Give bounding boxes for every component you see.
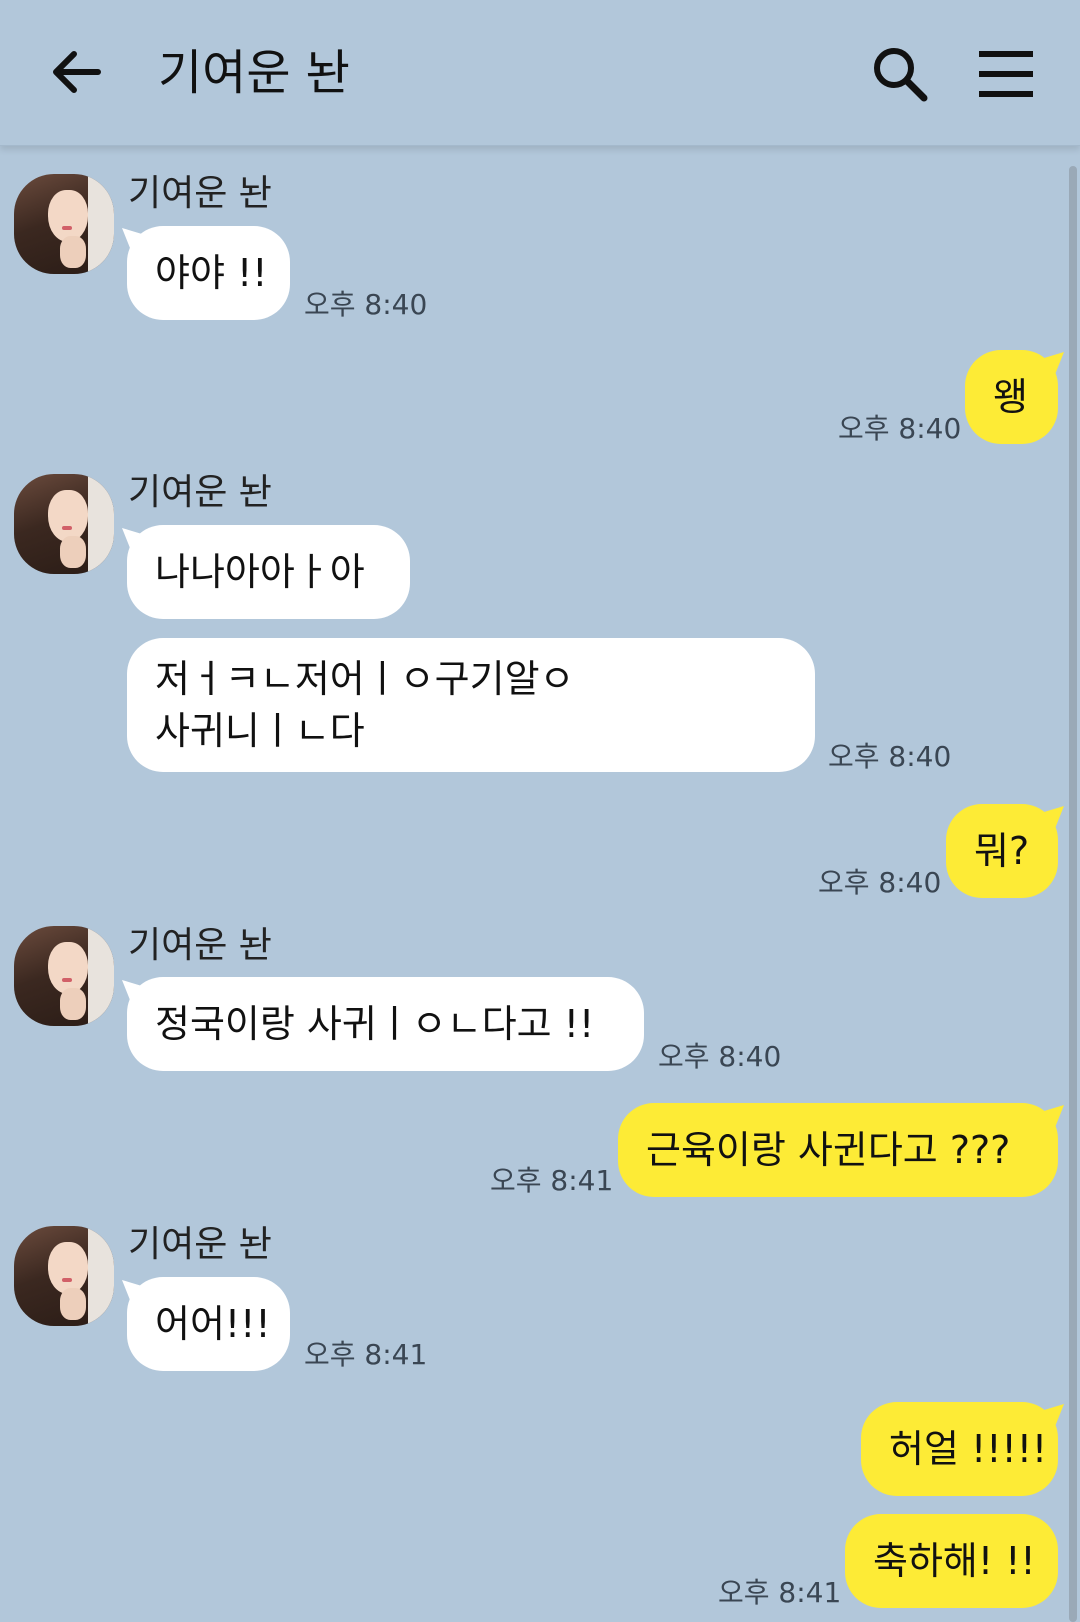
search-icon xyxy=(874,48,928,102)
avatar[interactable] xyxy=(14,474,114,574)
message-time: 오후 8:40 xyxy=(828,740,952,773)
avatar[interactable] xyxy=(14,926,114,1026)
avatar[interactable] xyxy=(14,174,114,274)
sender-name: 기여운 놘 xyxy=(128,925,272,966)
message-time: 오후 8:40 xyxy=(838,412,962,445)
message-bubble[interactable]: 왱 xyxy=(965,350,1058,444)
message-time: 오후 8:41 xyxy=(304,1338,428,1371)
message-time: 오후 8:41 xyxy=(718,1576,842,1609)
message-bubble[interactable]: 야야 !! xyxy=(127,226,290,320)
arrow-left-icon xyxy=(53,51,101,93)
message-bubble[interactable]: 정국이랑 사귀ㅣㅇㄴ다고 !! xyxy=(127,977,644,1071)
message-time: 오후 8:41 xyxy=(490,1164,614,1197)
message-bubble[interactable]: 근육이랑 사귄다고 ??? xyxy=(618,1103,1058,1197)
chat-scrollbar[interactable] xyxy=(1069,166,1077,1622)
message-bubble[interactable]: 나나아아ㅏ아 xyxy=(127,525,410,619)
sender-name: 기여운 놘 xyxy=(128,1224,272,1265)
message-time: 오후 8:40 xyxy=(304,288,428,321)
avatar[interactable] xyxy=(14,1226,114,1326)
message-bubble[interactable]: 허얼 !!!!! xyxy=(861,1402,1058,1496)
search-button[interactable] xyxy=(870,44,930,104)
sender-name: 기여운 놘 xyxy=(128,472,272,513)
chat-title: 기여운 놘 xyxy=(158,45,350,101)
message-time: 오후 8:40 xyxy=(658,1040,782,1073)
message-bubble[interactable]: 저ㅓㅋㄴ저어ㅣㅇ구기알ㅇ 사귀니ㅣㄴ다 xyxy=(127,638,815,772)
chat-header: 기여운 놘 xyxy=(0,0,1080,146)
message-bubble[interactable]: 축하해! !! xyxy=(845,1514,1058,1608)
menu-button[interactable] xyxy=(978,46,1034,102)
sender-name: 기여운 놘 xyxy=(128,173,272,214)
hamburger-menu-icon xyxy=(979,51,1033,97)
message-bubble[interactable]: 뭐? xyxy=(946,804,1058,898)
back-button[interactable] xyxy=(44,40,108,104)
message-bubble[interactable]: 어어!!! xyxy=(127,1277,290,1371)
message-time: 오후 8:40 xyxy=(818,866,942,899)
